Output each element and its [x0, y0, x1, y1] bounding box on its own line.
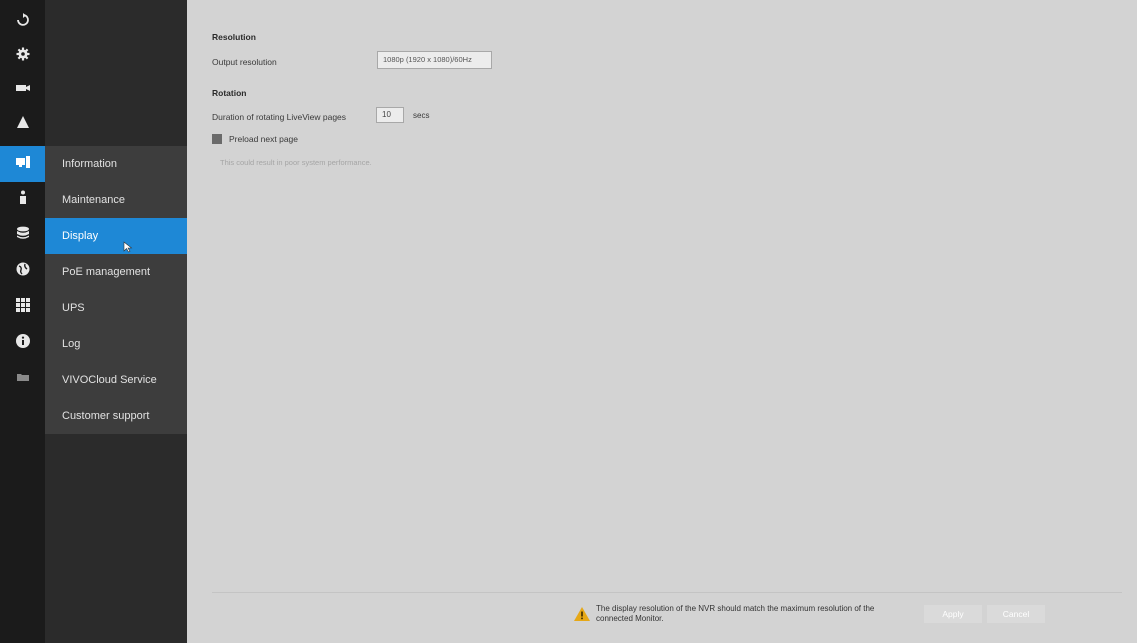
mouse-cursor-icon [123, 232, 133, 253]
menu-item-customer-support[interactable]: Customer support [45, 398, 187, 434]
menu-item-label: Log [62, 338, 81, 350]
resolution-section-title: Resolution [212, 32, 256, 42]
menu-item-label: UPS [62, 302, 85, 314]
camera-button[interactable] [0, 73, 45, 107]
icon-rail [0, 0, 45, 643]
alarm-icon [15, 114, 31, 135]
output-resolution-value: 1080p (1920 x 1080)/60Hz [383, 55, 472, 64]
rotation-duration-label: Duration of rotating LiveView pages [212, 112, 347, 122]
menu-item-label: Maintenance [62, 194, 125, 206]
menu-item-vivocloud-service[interactable]: VIVOCloud Service [45, 362, 187, 398]
apps-grid-icon [15, 297, 31, 318]
system-icon [15, 154, 31, 175]
user-button[interactable] [0, 182, 45, 216]
menu-item-display[interactable]: Display [45, 218, 187, 254]
gear-icon [15, 46, 31, 67]
user-icon [15, 189, 31, 210]
menu-item-label: Information [62, 158, 118, 170]
display-settings-panel: Resolution Output resolution 1080p (1920… [187, 0, 1137, 643]
camera-icon [15, 80, 31, 101]
apps-button[interactable] [0, 290, 45, 324]
submenu-list: Information Maintenance Display PoE mana… [45, 146, 187, 434]
folder-icon [15, 369, 31, 390]
settings-button[interactable] [0, 39, 45, 73]
logout-icon [15, 12, 31, 33]
menu-item-log[interactable]: Log [45, 326, 187, 362]
rotation-section-title: Rotation [212, 88, 247, 98]
apply-button[interactable]: Apply [924, 605, 982, 623]
output-resolution-label: Output resolution [212, 57, 277, 67]
preload-next-page-label: Preload next page [229, 134, 298, 144]
info-icon [15, 333, 31, 354]
warning-icon [573, 606, 591, 622]
rotation-duration-value: 10 [382, 110, 391, 119]
menu-item-information[interactable]: Information [45, 146, 187, 182]
duration-unit-label: secs [413, 111, 430, 120]
alarm-button[interactable] [0, 107, 45, 141]
logout-button[interactable] [0, 5, 45, 39]
info-button[interactable] [0, 326, 45, 360]
menu-item-maintenance[interactable]: Maintenance [45, 182, 187, 218]
performance-note: This could result in poor system perform… [220, 158, 372, 167]
output-resolution-select[interactable]: 1080p (1920 x 1080)/60Hz [377, 51, 492, 69]
system-button[interactable] [0, 146, 45, 182]
menu-item-label: Display [62, 230, 99, 242]
menu-item-label: Customer support [62, 410, 150, 422]
storage-button[interactable] [0, 218, 45, 252]
menu-item-label: PoE management [62, 266, 151, 278]
menu-item-poe-management[interactable]: PoE management [45, 254, 187, 290]
submenu-panel: Information Maintenance Display PoE mana… [45, 0, 187, 643]
network-button[interactable] [0, 254, 45, 288]
network-icon [15, 261, 31, 282]
cancel-button[interactable]: Cancel [987, 605, 1045, 623]
menu-item-ups[interactable]: UPS [45, 290, 187, 326]
preload-next-page-checkbox[interactable] [212, 134, 222, 144]
rotation-duration-input[interactable]: 10 [376, 107, 404, 123]
menu-item-label: VIVOCloud Service [62, 374, 157, 386]
folder-button[interactable] [0, 362, 45, 396]
footer-divider [212, 592, 1122, 593]
storage-icon [15, 225, 31, 246]
resolution-warning-text: The display resolution of the NVR should… [596, 604, 875, 623]
